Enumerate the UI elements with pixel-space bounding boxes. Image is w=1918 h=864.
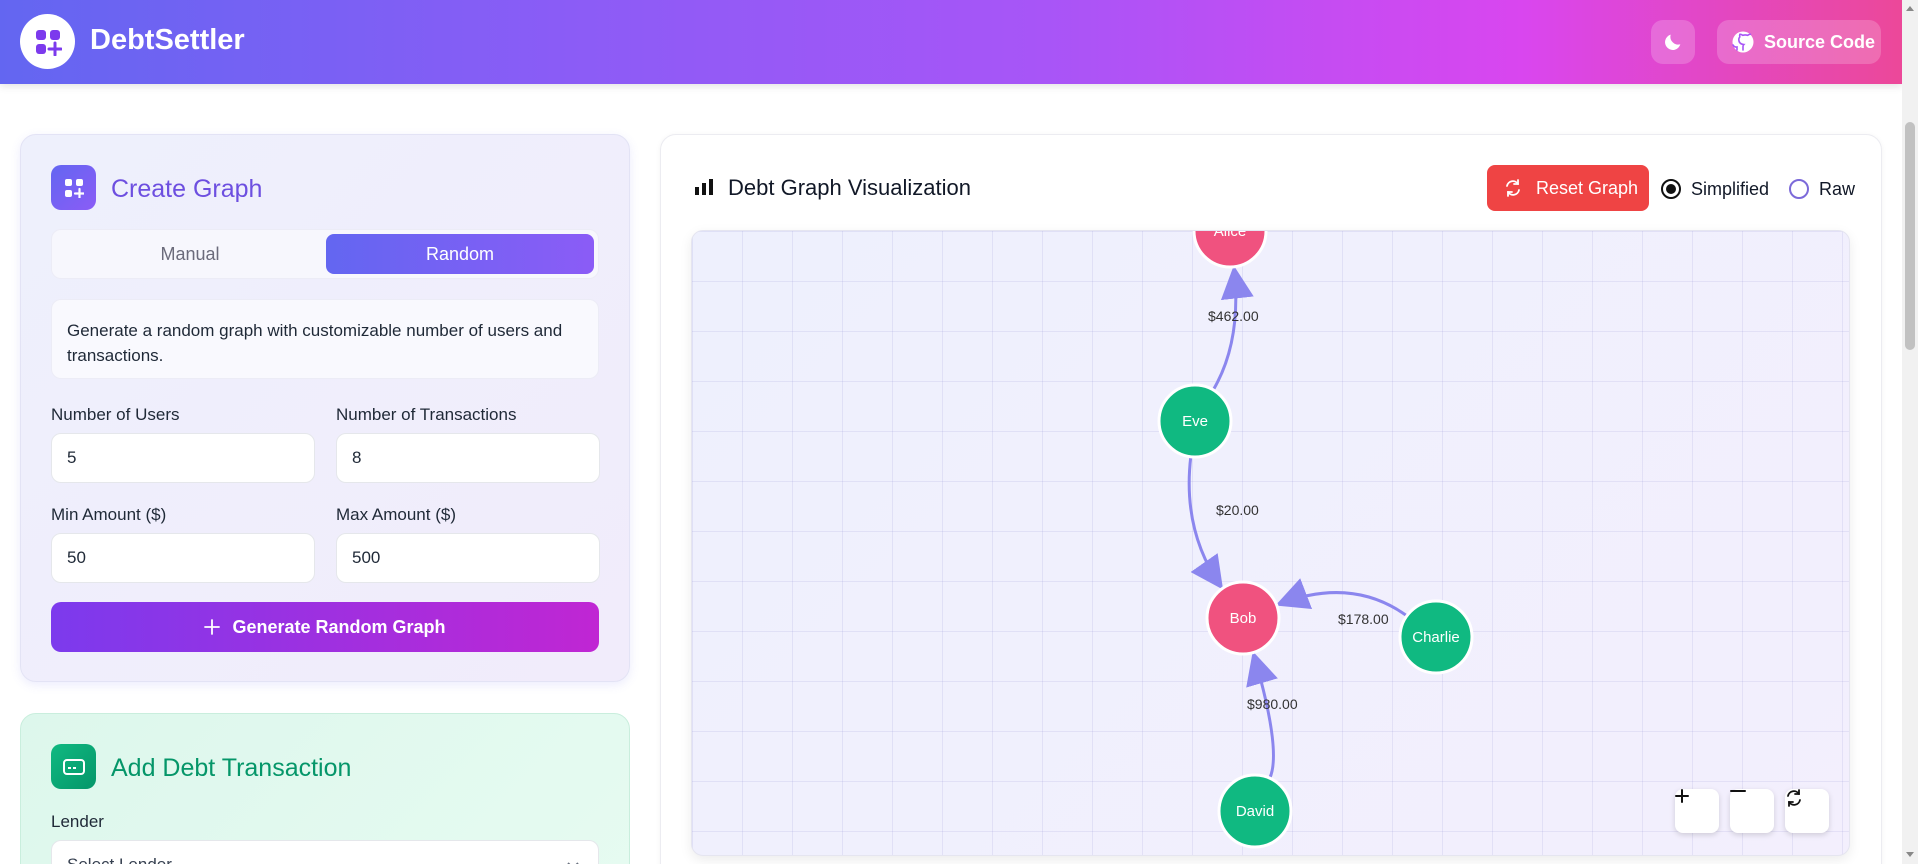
scroll-up-arrow[interactable] — [1906, 6, 1914, 11]
refresh-icon — [1506, 179, 1520, 197]
zoom-out-button[interactable] — [1730, 789, 1774, 833]
visualization-panel: Debt Graph Visualization Reset Graph Sim… — [660, 134, 1882, 864]
debt-graph-canvas[interactable]: $462.00 $20.00 $178.00 $980.00 Alice Eve Bob Ch… — [691, 230, 1850, 856]
reset-graph-label: Reset Graph — [1536, 177, 1639, 198]
edge-david-bob — [1246, 651, 1278, 779]
lender-select-value: Select Lender — [67, 855, 172, 864]
graph-svg: $462.00 $20.00 $178.00 $980.00 Alice Eve Bob Ch… — [1157, 231, 1474, 849]
node-label: Bob — [1230, 610, 1257, 627]
min-amount-label: Min Amount ($) — [51, 505, 167, 524]
edge-label-david-bob: $980.00 — [1247, 696, 1298, 712]
raw-radio[interactable] — [1789, 179, 1809, 199]
simplified-radio[interactable] — [1661, 179, 1681, 199]
lender-label: Lender — [51, 812, 104, 831]
edge-label-eve-alice: $462.00 — [1208, 308, 1259, 324]
edge-label-charlie-bob: $178.00 — [1338, 611, 1389, 627]
node-label: David — [1236, 803, 1274, 820]
node-charlie[interactable]: Charlie — [1398, 599, 1474, 675]
source-code-label: Source Code — [1764, 31, 1876, 52]
raw-label[interactable]: Raw — [1819, 179, 1855, 200]
random-description: Generate a random graph with customizabl… — [51, 299, 599, 379]
grid-plus-icon — [35, 29, 62, 56]
reset-graph-button[interactable]: Reset Graph — [1487, 165, 1649, 211]
num-users-label: Number of Users — [51, 405, 180, 424]
add-debt-card: Add Debt Transaction Lender Select Lende… — [20, 713, 630, 864]
app-header: DebtSettler Source Code — [0, 0, 1902, 84]
num-transactions-label: Number of Transactions — [336, 405, 517, 424]
refresh-icon — [1787, 789, 1801, 807]
bar-chart-icon — [695, 179, 713, 195]
credit-card-icon — [62, 758, 85, 775]
github-icon — [1732, 31, 1754, 53]
page-scrollbar[interactable] — [1902, 0, 1918, 864]
theme-toggle-button[interactable] — [1651, 20, 1695, 64]
plus-icon — [1675, 789, 1689, 803]
node-bob[interactable]: Bob — [1205, 580, 1281, 656]
edge-label-eve-bob: $20.00 — [1216, 502, 1259, 518]
node-label: Charlie — [1412, 629, 1460, 646]
zoom-in-button[interactable] — [1675, 789, 1719, 833]
node-label: Eve — [1182, 413, 1208, 430]
num-users-input[interactable]: 5 — [51, 433, 315, 483]
min-amount-input[interactable]: 50 — [51, 533, 315, 583]
generate-label: Generate Random Graph — [232, 616, 446, 637]
add-debt-icon — [51, 744, 96, 789]
reset-view-button[interactable] — [1785, 789, 1829, 833]
scroll-down-arrow[interactable] — [1906, 852, 1914, 857]
lender-select[interactable]: Select Lender — [51, 840, 599, 864]
add-debt-title: Add Debt Transaction — [111, 754, 352, 782]
max-amount-input[interactable]: 500 — [336, 533, 600, 583]
edge-eve-bob — [1187, 456, 1224, 590]
generate-random-graph-button[interactable]: Generate Random Graph — [51, 602, 599, 652]
app-logo[interactable] — [20, 14, 75, 69]
simplified-label[interactable]: Simplified — [1691, 179, 1769, 200]
edge-eve-alice — [1211, 265, 1254, 391]
source-code-button[interactable]: Source Code — [1717, 20, 1881, 64]
node-alice[interactable]: Alice — [1192, 231, 1268, 269]
plus-icon — [204, 619, 221, 635]
create-graph-title: Create Graph — [111, 175, 263, 203]
app-title: DebtSettler — [90, 24, 245, 56]
create-graph-icon — [51, 165, 96, 210]
moon-icon — [1665, 34, 1681, 50]
num-transactions-input[interactable]: 8 — [336, 433, 600, 483]
create-graph-card: Create Graph Manual Random Generate a ra… — [20, 134, 630, 682]
visualization-title: Debt Graph Visualization — [728, 175, 971, 200]
max-amount-label: Max Amount ($) — [336, 505, 456, 524]
node-eve[interactable]: Eve — [1157, 383, 1233, 459]
minus-icon — [1730, 790, 1746, 792]
scroll-thumb[interactable] — [1905, 122, 1915, 350]
node-label: Alice — [1214, 231, 1247, 240]
node-david[interactable]: David — [1217, 773, 1293, 849]
grid-plus-icon — [64, 178, 84, 198]
mode-tabs: Manual Random — [51, 229, 599, 279]
tab-random[interactable]: Random — [326, 234, 594, 274]
tab-manual[interactable]: Manual — [56, 234, 324, 274]
